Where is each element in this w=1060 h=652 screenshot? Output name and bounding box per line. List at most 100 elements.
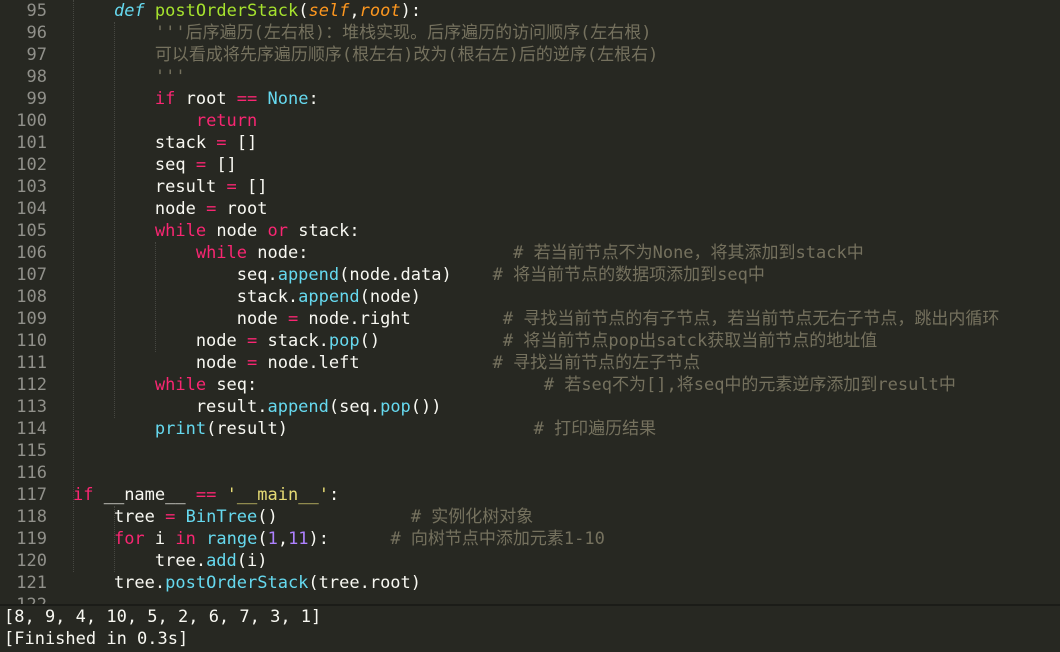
build-output-panel: [8, 9, 4, 10, 5, 2, 6, 7, 3, 1] [Finishe… [0,606,1060,652]
code-token: __name__ [93,485,196,505]
code-line[interactable]: 96 '''后序遍历(左右根)：堆栈实现。后序遍历的访问顺序(左右根) [0,22,1060,44]
code-token: postOrderStack [154,1,299,21]
code-line[interactable]: 108 stack.append(node) [0,286,1060,308]
code-line[interactable]: 97 可以看成将先序遍历顺序(根左右)改为(根右左)后的逆序(左根右) [0,44,1060,66]
code-token: ( [257,529,268,549]
line-number: 112 [16,375,47,395]
code-token: # 实例化树对象 [410,507,534,527]
code-text: '''后序遍历(左右根)：堆栈实现。后序遍历的访问顺序(左右根) [73,23,652,43]
code-token: stack: [287,221,360,241]
line-number: 99 [26,89,47,109]
code-line[interactable]: 106 while node: # 若当前节点不为None，将其添加到stack… [0,242,1060,264]
code-token: (result) [206,419,534,439]
code-line[interactable]: 105 while node or stack: [0,220,1060,242]
line-number: 119 [16,529,47,549]
code-line[interactable]: 114 print(result) # 打印遍历结果 [0,418,1060,440]
code-line[interactable]: 98 ''' [0,66,1060,88]
line-number: 102 [16,155,47,175]
indent-guide [155,242,156,352]
code-token: # 寻找当前节点的有子节点，若当前节点无右子节点，跳出内循环 [502,309,1000,329]
code-line[interactable]: 95 def postOrderStack(self,root): [0,0,1060,22]
code-token: = [226,177,237,197]
code-line[interactable]: 118 tree = BinTree() # 实例化树对象 [0,506,1060,528]
code-token: [] [236,177,268,197]
code-token: = [165,507,176,527]
code-token: = [216,133,227,153]
line-number: 111 [16,353,47,373]
code-line[interactable]: 121 tree.postOrderStack(tree.root) [0,572,1060,594]
code-line[interactable]: 103 result = [] [0,176,1060,198]
code-token: stack. [257,331,329,351]
code-token: = [247,331,258,351]
code-line[interactable]: 99 if root == None: [0,88,1060,110]
code-token: , [349,1,360,21]
code-text: ''' [73,67,186,87]
code-text: return [73,111,257,131]
code-token: # 向树节点中添加元素1-10 [390,529,605,549]
code-token: return [195,111,258,131]
code-token: ): [400,1,422,21]
code-line[interactable]: 115 [0,440,1060,462]
code-line[interactable]: 122 [0,594,1060,604]
line-number: 97 [26,45,47,65]
code-line[interactable]: 117 if __name__ == '__main__': [0,484,1060,506]
indent-guide [114,22,115,418]
code-text: node = node.left # 寻找当前节点的左子节点 [73,353,700,373]
code-token: while [195,243,248,263]
code-text: tree.postOrderStack(tree.root) [73,573,421,593]
line-number: 107 [16,265,47,285]
code-token: seq. [73,265,278,285]
code-token: = [206,199,217,219]
code-token: if [73,485,94,505]
code-line[interactable]: 119 for i in range(1,11): # 向树节点中添加元素1-1… [0,528,1060,550]
code-token: root [175,89,237,109]
code-token: = [287,309,299,329]
code-line[interactable]: 101 stack = [] [0,132,1060,154]
code-line[interactable]: 100 return [0,110,1060,132]
code-token: node.right [298,309,503,329]
code-token: ( [298,1,309,21]
line-number: 117 [16,485,47,505]
code-token: while [154,375,207,395]
code-text: stack.append(node) [73,287,421,307]
code-line[interactable]: 111 node = node.left # 寻找当前节点的左子节点 [0,352,1060,374]
code-token: while [154,221,207,241]
code-token: () [359,331,503,351]
line-number: 120 [16,551,47,571]
code-line[interactable]: 109 node = node.right # 寻找当前节点的有子节点，若当前节… [0,308,1060,330]
code-line[interactable]: 110 node = stack.pop() # 将当前节点pop出satck获… [0,330,1060,352]
code-token: in [175,529,196,549]
code-token: ()) [410,397,442,417]
code-token: stack [73,133,217,153]
code-editor[interactable]: 95 def postOrderStack(self,root): 96 '''后… [0,0,1060,604]
code-line[interactable]: 116 [0,462,1060,484]
code-line[interactable]: 107 seq.append(node.data) # 将当前节点的数据项添加到… [0,264,1060,286]
code-text: print(result) # 打印遍历结果 [73,419,656,439]
code-token: node [206,221,268,241]
code-text: node = root [73,199,268,219]
code-token: i [144,529,176,549]
code-token: if [154,89,176,109]
code-token: append [298,287,360,307]
code-line[interactable]: 104 node = root [0,198,1060,220]
code-token: tree [73,507,166,527]
code-token: tree. [73,551,207,571]
line-number: 100 [16,111,47,131]
code-line[interactable]: 112 while seq: # 若seq不为[],将seq中的元素逆序添加到r… [0,374,1060,396]
line-number: 96 [26,23,47,43]
code-line[interactable]: 120 tree.add(i) [0,550,1060,572]
code-token: print [154,419,207,439]
code-token: '__main__' [226,485,329,505]
code-text: def postOrderStack(self,root): [73,1,421,21]
code-line[interactable]: 102 seq = [] [0,154,1060,176]
code-line[interactable]: 113 result.append(seq.pop()) [0,396,1060,418]
output-finished-line: [Finished in 0.3s] [4,629,189,649]
code-token: : [308,89,319,109]
line-number: 113 [16,397,47,417]
code-text: seq.append(node.data) # 将当前节点的数据项添加到seq中 [73,265,765,285]
code-text: seq = [] [73,155,237,175]
line-number: 122 [0,594,73,604]
code-token: (seq. [328,397,381,417]
line-number: 116 [16,463,47,483]
